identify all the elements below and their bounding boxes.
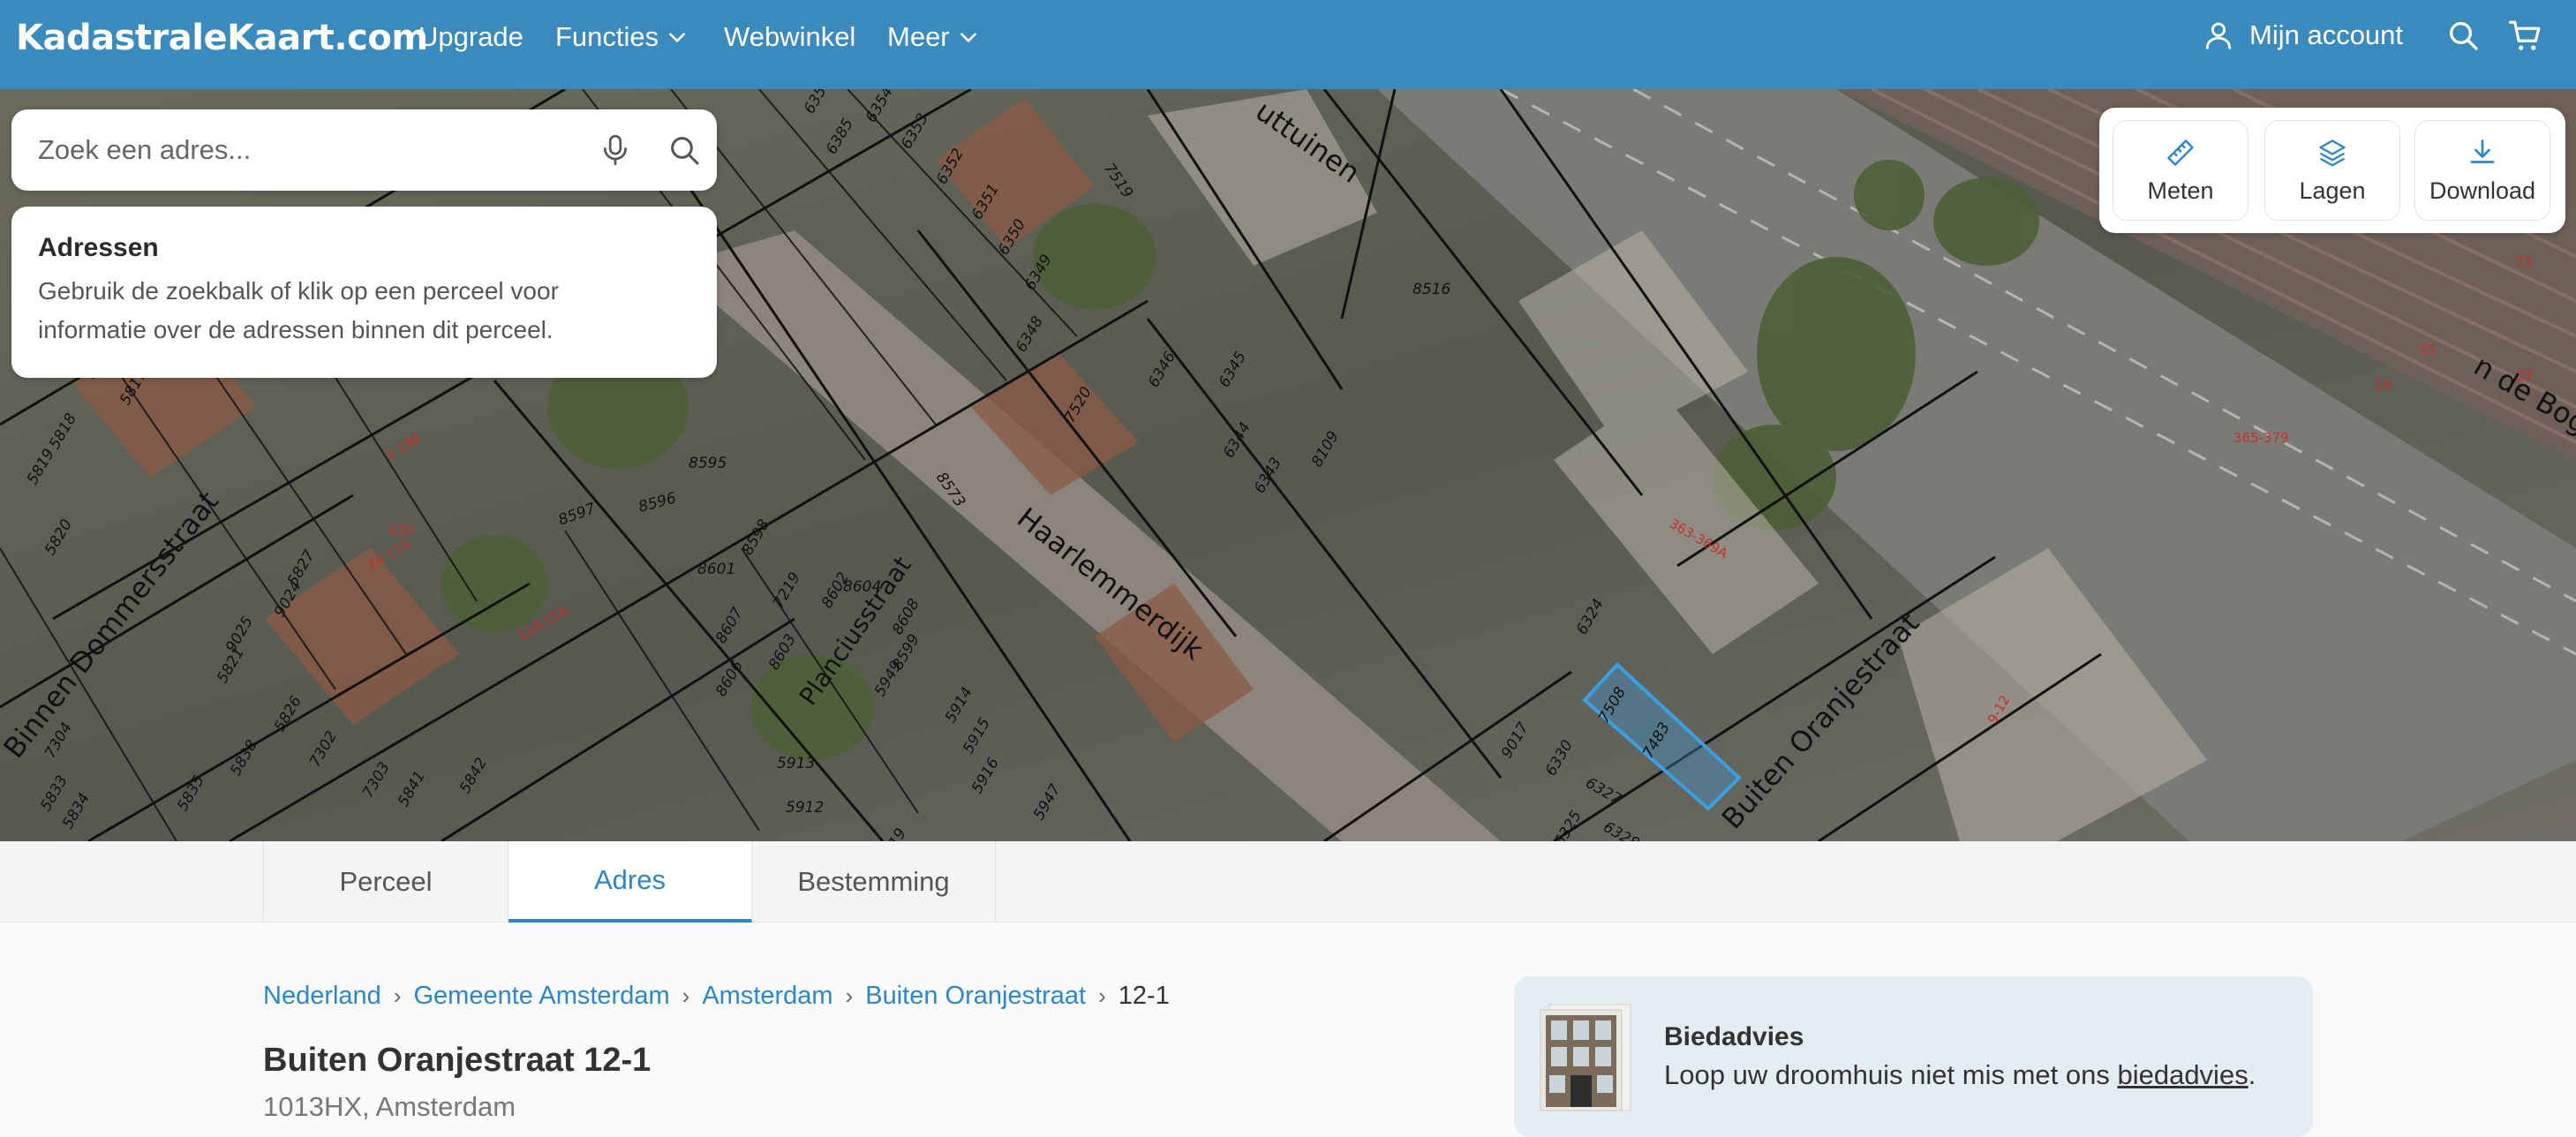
nav-functies[interactable]: Functies: [555, 21, 689, 53]
breadcrumb: Nederland › Gemeente Amsterdam › Amsterd…: [263, 982, 1170, 1011]
nav-upgrade[interactable]: Upgrade: [418, 21, 523, 53]
download-button[interactable]: Download: [2414, 120, 2550, 221]
parcel-number-label: 8601: [697, 561, 735, 578]
parcel-number-label: 5913: [777, 755, 815, 772]
red-parcel-label: 120: [388, 523, 414, 538]
chevron-right-icon: ›: [393, 983, 402, 1009]
red-parcel-label: 21: [2516, 253, 2533, 269]
tab-adres[interactable]: Adres: [508, 841, 752, 922]
house-thumbnail: [1540, 1004, 1631, 1111]
download-label: Download: [2429, 177, 2536, 204]
parcel-number-label: 5912: [786, 799, 824, 817]
tab-bestemming[interactable]: Bestemming: [752, 841, 996, 922]
search-input[interactable]: [38, 129, 568, 171]
biedadvies-card[interactable]: Biedadvies Loop uw droomhuis niet mis me…: [1514, 976, 2313, 1137]
cart-button[interactable]: [2507, 18, 2544, 55]
microphone-icon[interactable]: [598, 131, 633, 169]
top-navigation: KadastraleKaart.com Upgrade Functies Web…: [0, 0, 2576, 89]
account-link[interactable]: Mijn account: [2202, 18, 2403, 53]
search-icon[interactable]: [667, 132, 702, 168]
layers-label: Lagen: [2299, 177, 2366, 204]
nav-functies-label: Functies: [555, 21, 659, 52]
chevron-down-icon: [669, 33, 686, 42]
advice-title: Biedadvies: [1664, 1022, 1804, 1051]
address-search-box: [11, 109, 717, 191]
red-parcel-label: 19: [2375, 377, 2391, 393]
page-subtitle: 1013HX, Amsterdam: [263, 1091, 516, 1122]
parcel-number-label: 8595: [689, 455, 727, 472]
breadcrumb-straat[interactable]: Buiten Oranjestraat: [865, 982, 1086, 1011]
breadcrumb-stad[interactable]: Amsterdam: [702, 982, 832, 1011]
account-label: Mijn account: [2249, 19, 2404, 50]
detail-tabs: Perceel Adres Bestemming: [0, 841, 2576, 922]
download-icon: [2470, 139, 2495, 163]
chevron-right-icon: ›: [682, 983, 690, 1009]
parcel-number-label: 8604: [843, 578, 881, 596]
layers-icon: [2319, 139, 2346, 166]
user-icon: [2205, 22, 2232, 49]
site-logo[interactable]: KadastraleKaart.com: [16, 18, 428, 58]
layers-button[interactable]: Lagen: [2264, 120, 2400, 221]
breadcrumb-nederland[interactable]: Nederland: [263, 982, 381, 1011]
chevron-right-icon: ›: [1098, 983, 1106, 1009]
measure-button[interactable]: Meten: [2113, 120, 2248, 221]
breadcrumb-current: 12-1: [1118, 982, 1170, 1010]
nav-webwinkel-label: Webwinkel: [724, 21, 856, 52]
nav-upgrade-label: Upgrade: [418, 21, 523, 52]
advice-text-after: .: [2248, 1059, 2256, 1090]
red-parcel-label: 27: [2516, 368, 2533, 384]
info-card-title: Adressen: [38, 233, 159, 262]
advice-text-before: Loop uw droomhuis niet mis met ons: [1664, 1059, 2118, 1090]
search-icon: [2450, 22, 2478, 50]
search-button[interactable]: [2445, 18, 2481, 53]
tab-perceel[interactable]: Perceel: [263, 841, 508, 922]
chevron-right-icon: ›: [845, 983, 854, 1009]
advice-link[interactable]: biedadvies: [2117, 1059, 2248, 1090]
cart-icon: [2508, 20, 2541, 50]
red-parcel-label: 15: [2419, 342, 2436, 358]
parcel-number-label: 8516: [1412, 281, 1450, 298]
info-card-text: Gebruik de zoekbalk of klik op een perce…: [38, 277, 559, 343]
advice-text: Loop uw droomhuis niet mis met ons bieda…: [1664, 1059, 2256, 1091]
measure-label: Meten: [2147, 177, 2214, 204]
chevron-down-icon: [960, 33, 976, 42]
nav-meer[interactable]: Meer: [887, 21, 980, 53]
ruler-icon: [2167, 139, 2194, 166]
address-info-card: Adressen Gebruik de zoekbalk of klik op …: [11, 207, 717, 378]
map-toolbar: Meten Lagen Download: [2099, 108, 2565, 233]
nav-meer-label: Meer: [887, 21, 950, 52]
nav-webwinkel[interactable]: Webwinkel: [724, 21, 855, 53]
page-title: Buiten Oranjestraat 12-1: [263, 1042, 652, 1079]
breadcrumb-gemeente[interactable]: Gemeente Amsterdam: [414, 982, 670, 1011]
red-parcel-label: 365-379: [2233, 430, 2289, 446]
